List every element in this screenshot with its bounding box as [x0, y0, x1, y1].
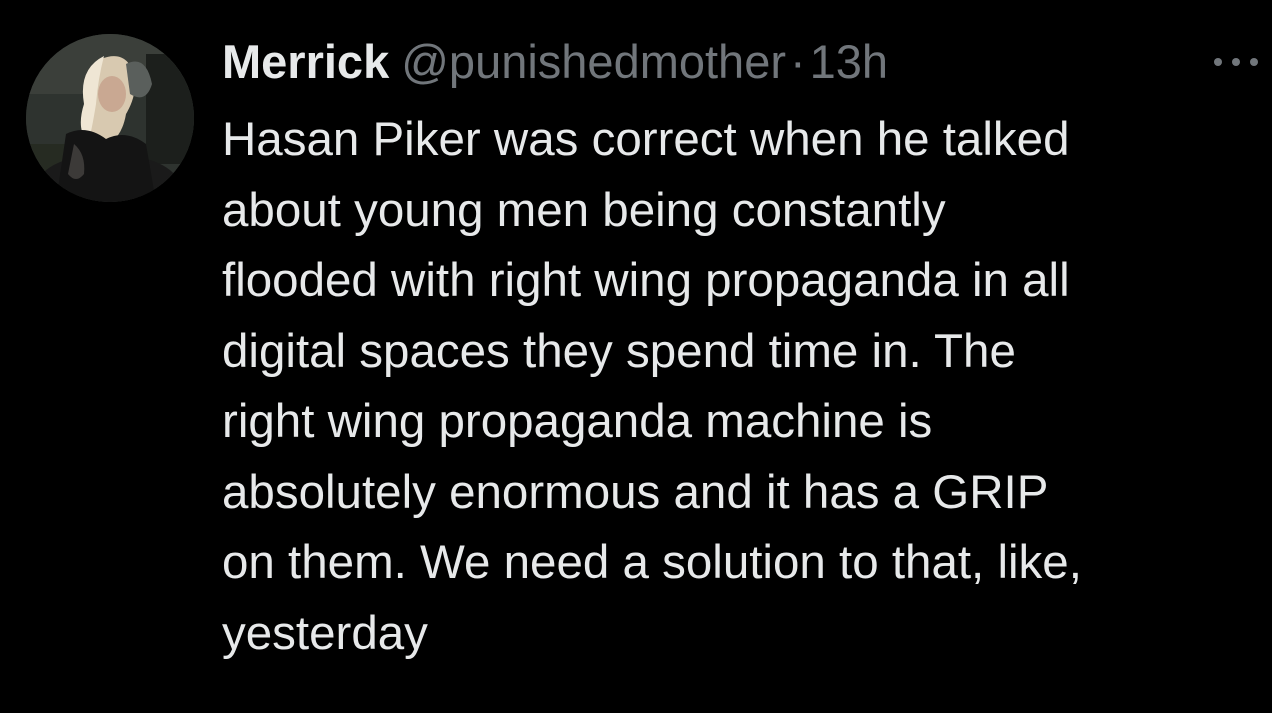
tweet-text-line: right wing propaganda machine is [222, 395, 933, 448]
more-options-icon[interactable] [1214, 50, 1258, 74]
author-display-name[interactable]: Merrick [222, 32, 389, 92]
tweet-text-line: on them. We need a solution to that, lik… [222, 536, 1082, 589]
avatar[interactable] [26, 34, 194, 202]
tweet-text-line: absolutely enormous and it has a GRIP [222, 465, 1049, 519]
more-dot [1214, 58, 1222, 66]
meta-separator: · [790, 35, 806, 88]
more-dot [1232, 58, 1240, 66]
tweet-text-line: Hasan Piker was correct when he talked [222, 113, 1070, 166]
author-handle[interactable]: @punishedmother [401, 32, 786, 92]
more-dot [1250, 58, 1258, 66]
tweet[interactable]: Merrick @punishedmother · 13h Hasan Pike… [0, 0, 1272, 713]
tweet-header: Merrick @punishedmother · 13h [222, 32, 888, 92]
tweet-timestamp[interactable]: 13h [810, 32, 888, 92]
tweet-text-line: about young men being constantly [222, 183, 946, 237]
tweet-text: Hasan Piker was correct when he talked a… [222, 105, 1262, 669]
tweet-text-line: digital spaces they spend time in. The [222, 324, 1016, 378]
avatar-photo [26, 34, 194, 202]
tweet-text-line: flooded with right wing propaganda in al… [222, 254, 1070, 307]
tweet-text-line: yesterday [222, 606, 428, 660]
